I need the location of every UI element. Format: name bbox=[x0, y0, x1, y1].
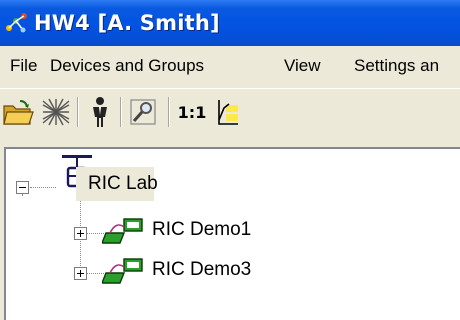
one-to-one-button[interactable]: 1:1 bbox=[174, 94, 210, 130]
menu-devices-and-groups[interactable]: Devices and Groups bbox=[50, 56, 204, 76]
device-tree[interactable]: RIC Lab RIC Demo1 RIC Demo3 bbox=[4, 147, 460, 320]
window-title: HW4 [A. Smith] bbox=[34, 11, 220, 35]
search-tool-icon bbox=[130, 99, 156, 125]
open-folder-icon bbox=[3, 100, 34, 125]
menu-file[interactable]: File bbox=[10, 56, 37, 76]
networked-computer-icon bbox=[102, 218, 143, 244]
network-button[interactable] bbox=[38, 94, 74, 130]
tree-node-ric-demo1[interactable]: RIC Demo1 bbox=[152, 219, 251, 241]
menu-settings[interactable]: Settings an bbox=[354, 56, 439, 76]
person-button[interactable] bbox=[82, 94, 118, 130]
person-icon bbox=[93, 97, 107, 127]
demo1-expander[interactable] bbox=[74, 227, 87, 240]
tree-node-ric-demo3[interactable]: RIC Demo3 bbox=[152, 259, 251, 281]
menu-bar: File Devices and Groups View Settings an bbox=[0, 46, 460, 89]
open-folder-button[interactable] bbox=[0, 94, 36, 130]
app-icon bbox=[6, 13, 27, 33]
tree-node-ric-lab[interactable]: RIC Lab bbox=[88, 173, 158, 195]
title-bar[interactable]: HW4 [A. Smith] bbox=[0, 0, 460, 46]
menu-view[interactable]: View bbox=[284, 56, 321, 76]
demo3-expander[interactable] bbox=[74, 267, 87, 280]
networked-computer-icon bbox=[102, 258, 143, 284]
network-grid-icon bbox=[42, 98, 70, 126]
search-button[interactable] bbox=[125, 94, 161, 130]
chart-button[interactable] bbox=[210, 94, 246, 130]
root-expander[interactable] bbox=[16, 181, 29, 194]
one-to-one-icon: 1:1 bbox=[177, 102, 207, 122]
chart-icon bbox=[218, 100, 238, 125]
toolbar: 1:1 bbox=[0, 89, 460, 139]
